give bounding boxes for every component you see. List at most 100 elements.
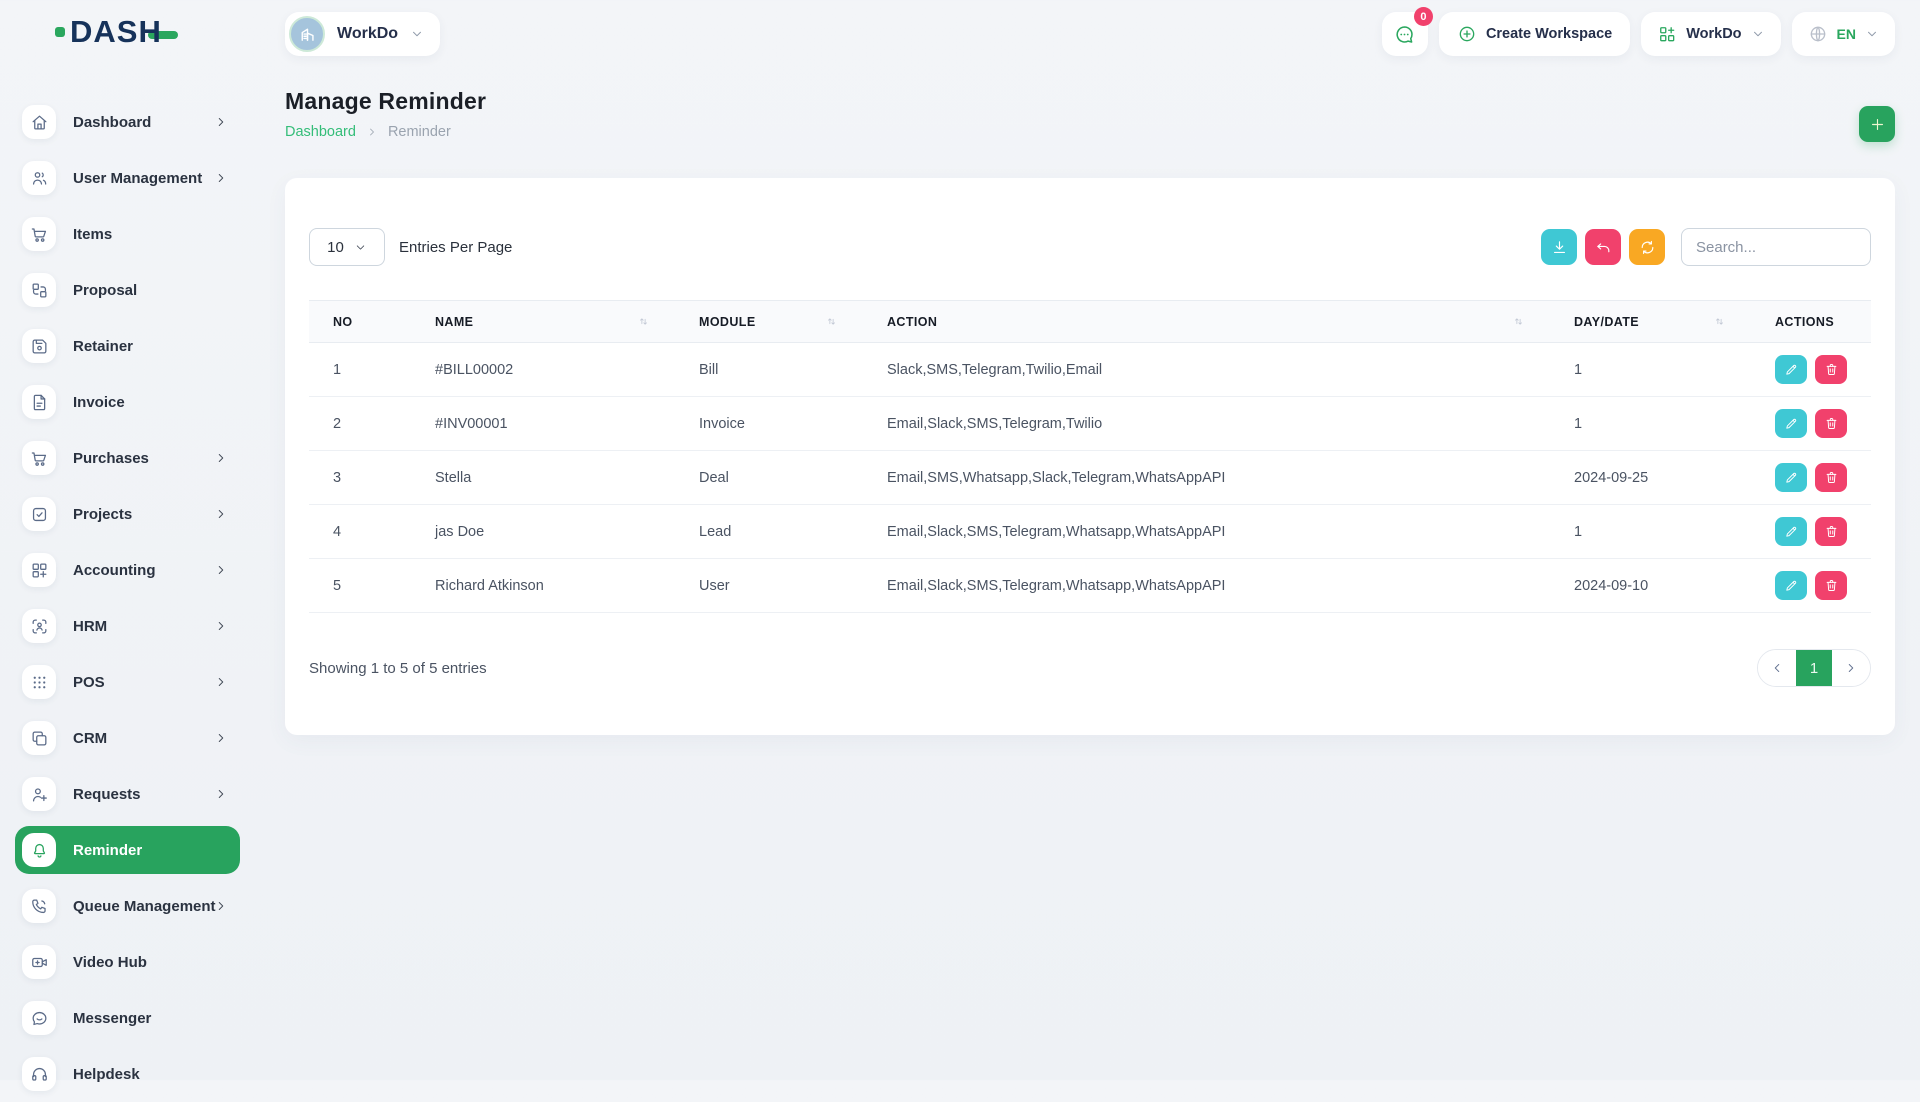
pagination-page-1[interactable]: 1 [1796, 650, 1832, 686]
edit-button[interactable] [1775, 571, 1807, 600]
sidebar-item-invoice[interactable]: Invoice [15, 374, 240, 430]
chevron-right-icon [214, 899, 228, 913]
sidebar-item-accounting[interactable]: Accounting [15, 542, 240, 598]
sidebar-item-video-hub[interactable]: Video Hub [15, 934, 240, 990]
trash-icon [1824, 416, 1839, 431]
export-button[interactable] [1541, 229, 1577, 265]
pagination-prev-button[interactable] [1758, 650, 1796, 686]
cell-no: 1 [309, 343, 411, 397]
cell-no: 2 [309, 397, 411, 451]
column-header-day-date[interactable]: DAY/DATE [1550, 301, 1751, 343]
sidebar-item-label: Proposal [73, 282, 137, 299]
edit-button[interactable] [1775, 463, 1807, 492]
refresh-icon [1639, 239, 1656, 256]
sidebar-item-retainer[interactable]: Retainer [15, 318, 240, 374]
sidebar-item-reminder[interactable]: Reminder [15, 826, 240, 874]
sidebar-item-requests[interactable]: Requests [15, 766, 240, 822]
sidebar-item-pos[interactable]: POS [15, 654, 240, 710]
language-code: EN [1837, 26, 1856, 42]
undo-button[interactable] [1585, 229, 1621, 265]
sort-icon [1712, 315, 1727, 328]
file-text-icon [30, 393, 49, 412]
dash-logo[interactable]: DASH [55, 16, 178, 47]
language-selector[interactable]: EN [1792, 12, 1895, 56]
sidebar-item-label: HRM [73, 618, 107, 635]
refresh-button[interactable] [1629, 229, 1665, 265]
breadcrumb-dashboard-link[interactable]: Dashboard [285, 124, 356, 140]
table-row: 3 Stella Deal Email,SMS,Whatsapp,Slack,T… [309, 451, 1871, 505]
add-reminder-button[interactable] [1859, 106, 1895, 142]
sidebar-item-crm[interactable]: CRM [15, 710, 240, 766]
messages-button[interactable]: 0 [1382, 12, 1428, 56]
sidebar-item-queue-management[interactable]: Queue Management [15, 878, 240, 934]
pagination-next-button[interactable] [1832, 650, 1870, 686]
logo-dot [55, 27, 65, 37]
search-input[interactable] [1681, 228, 1871, 266]
delete-button[interactable] [1815, 355, 1847, 384]
apps-grid-icon [1657, 24, 1677, 44]
sidebar-item-label: Video Hub [73, 954, 147, 971]
app-switcher-label: WorkDo [1686, 26, 1741, 42]
trash-icon [1824, 524, 1839, 539]
sort-icon [636, 315, 651, 328]
column-header-action[interactable]: ACTION [863, 301, 1550, 343]
cell-action: Email,Slack,SMS,Telegram,Twilio [863, 397, 1550, 451]
edit-button[interactable] [1775, 517, 1807, 546]
table-toolbar: 10 Entries Per Page [309, 228, 1871, 266]
page-title: Manage Reminder [285, 88, 1895, 115]
chevron-right-icon [214, 675, 228, 689]
chevron-down-icon [354, 241, 367, 254]
chevron-right-icon [1844, 661, 1858, 675]
cell-action: Email,Slack,SMS,Telegram,Whatsapp,WhatsA… [863, 559, 1550, 613]
sidebar-item-user-management[interactable]: User Management [15, 150, 240, 206]
create-workspace-button[interactable]: Create Workspace [1439, 12, 1630, 56]
building-icon [297, 24, 318, 45]
cell-no: 3 [309, 451, 411, 505]
sidebar-item-helpdesk[interactable]: Helpdesk [15, 1046, 240, 1102]
chevron-down-icon [1751, 27, 1765, 41]
table-row: 4 jas Doe Lead Email,Slack,SMS,Telegram,… [309, 505, 1871, 559]
sidebar-item-items[interactable]: Items [15, 206, 240, 262]
delete-button[interactable] [1815, 409, 1847, 438]
column-header-module[interactable]: MODULE [675, 301, 863, 343]
delete-button[interactable] [1815, 517, 1847, 546]
undo-icon [1595, 239, 1612, 256]
topbar-actions: 0 Create Workspace WorkDo EN [1382, 12, 1895, 56]
table-row: 2 #INV00001 Invoice Email,Slack,SMS,Tele… [309, 397, 1871, 451]
chevron-right-icon [214, 115, 228, 129]
chat-bubble-icon [1393, 23, 1416, 46]
entries-per-page-select[interactable]: 10 [309, 228, 385, 266]
sidebar-item-proposal[interactable]: Proposal [15, 262, 240, 318]
column-header-name[interactable]: NAME [411, 301, 675, 343]
pencil-icon [1784, 470, 1799, 485]
table-footer: Showing 1 to 5 of 5 entries 1 [309, 649, 1871, 687]
edit-button[interactable] [1775, 355, 1807, 384]
workspace-selector[interactable]: WorkDo [285, 12, 440, 56]
delete-button[interactable] [1815, 571, 1847, 600]
sidebar-item-messenger[interactable]: Messenger [15, 990, 240, 1046]
messages-badge: 0 [1414, 7, 1433, 26]
sidebar-item-label: Purchases [73, 450, 149, 467]
plus-icon [1869, 116, 1886, 133]
sidebar-item-label: POS [73, 674, 105, 691]
trash-icon [1824, 470, 1839, 485]
create-workspace-label: Create Workspace [1486, 26, 1612, 42]
delete-button[interactable] [1815, 463, 1847, 492]
sort-icon [1511, 315, 1526, 328]
app-switcher[interactable]: WorkDo [1641, 12, 1780, 56]
chevron-right-icon [214, 731, 228, 745]
pencil-icon [1784, 578, 1799, 593]
chevron-right-icon [214, 171, 228, 185]
sidebar-item-label: CRM [73, 730, 107, 747]
sidebar-item-hrm[interactable]: HRM [15, 598, 240, 654]
sidebar-item-label: Reminder [73, 842, 142, 859]
sidebar-item-purchases[interactable]: Purchases [15, 430, 240, 486]
sidebar-item-projects[interactable]: Projects [15, 486, 240, 542]
cart-icon [30, 225, 49, 244]
cell-day-date: 2024-09-10 [1550, 559, 1751, 613]
checkbox-icon [30, 505, 49, 524]
sidebar-item-dashboard[interactable]: Dashboard [15, 94, 240, 150]
user-plus-icon [30, 785, 49, 804]
edit-button[interactable] [1775, 409, 1807, 438]
cell-no: 4 [309, 505, 411, 559]
